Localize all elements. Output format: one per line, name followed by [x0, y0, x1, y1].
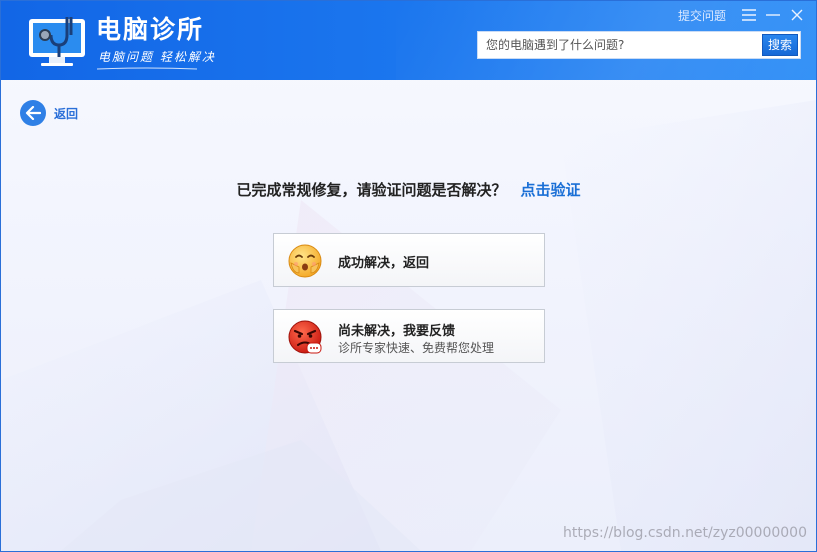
watermark-text: https://blog.csdn.net/zyz00000000: [563, 525, 807, 541]
app-title: 电脑诊所: [96, 15, 205, 44]
search-box: 搜索: [477, 31, 801, 59]
back-arrow-icon: [20, 100, 46, 126]
app-slogan: 电脑问题 轻松解决: [98, 50, 216, 64]
verify-question: 已完成常规修复，请验证问题是否解决？ 点击验证: [1, 179, 816, 200]
unresolved-option-subtitle: 诊所专家快速、免费帮您处理: [338, 341, 495, 355]
header-bar: 电脑诊所 电脑问题 轻松解决 提交问题 搜索: [1, 1, 816, 80]
unresolved-feedback-button[interactable]: 尚未解决，我要反馈 诊所专家快速、免费帮您处理: [273, 309, 545, 363]
resolved-option-title: 成功解决，返回: [338, 256, 430, 271]
window-controls: 提交问题: [678, 1, 816, 29]
angry-face-icon: [288, 320, 322, 354]
back-button[interactable]: 返回: [20, 100, 78, 126]
minimize-icon[interactable]: [762, 4, 784, 26]
search-input[interactable]: [478, 32, 764, 58]
menu-icon[interactable]: [738, 4, 760, 26]
close-icon[interactable]: [786, 4, 808, 26]
happy-face-icon: [288, 244, 322, 278]
app-window: 电脑诊所 电脑问题 轻松解决 提交问题 搜索: [0, 0, 817, 552]
submit-question-link[interactable]: 提交问题: [678, 7, 726, 24]
back-label: 返回: [54, 106, 79, 121]
monitor-stethoscope-logo-icon: [29, 17, 85, 66]
search-button[interactable]: 搜索: [762, 34, 798, 56]
resolved-option-button[interactable]: 成功解决，返回: [273, 233, 545, 287]
unresolved-option-title: 尚未解决，我要反馈: [338, 324, 456, 339]
verify-link[interactable]: 点击验证: [521, 181, 581, 199]
question-text: 已完成常规修复，请验证问题是否解决？: [236, 181, 507, 199]
slogan-swoosh-icon: [97, 67, 197, 70]
